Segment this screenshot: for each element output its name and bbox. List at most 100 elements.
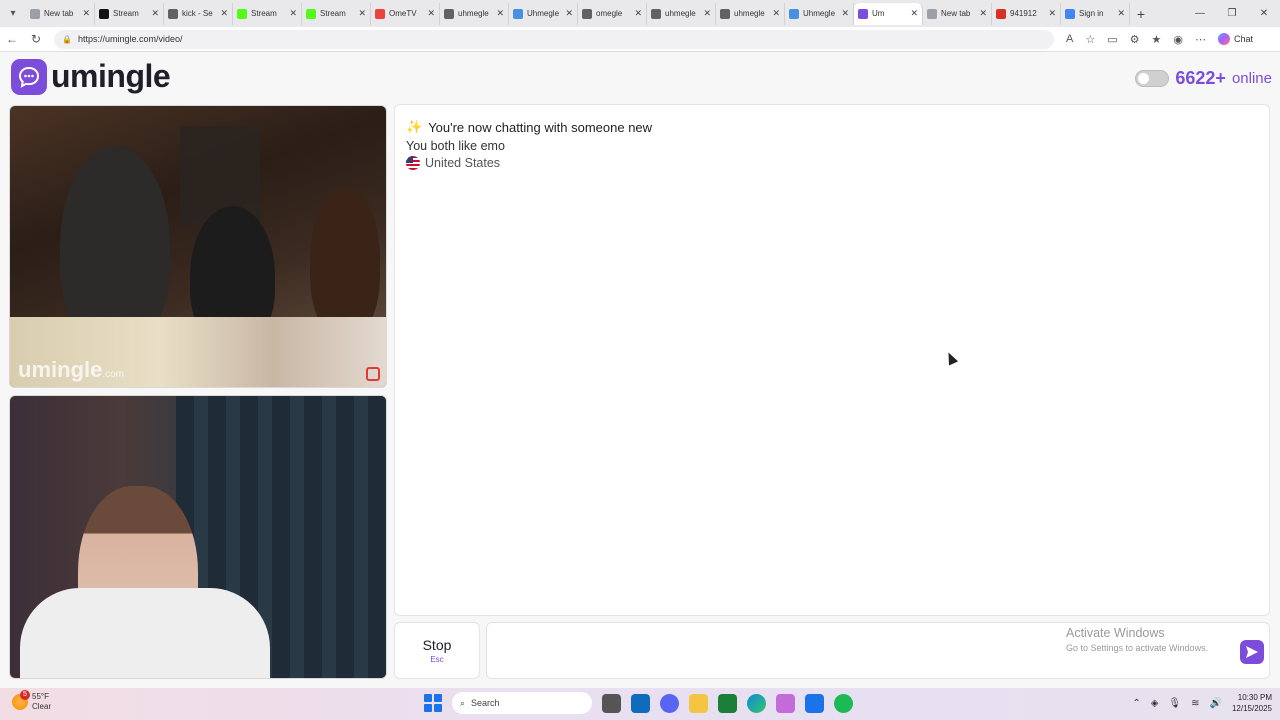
tab-close-icon[interactable]: ✕ xyxy=(979,8,987,19)
tab-favicon-icon xyxy=(927,8,937,19)
url-field[interactable]: 🔒 https://umingle.com/video/ xyxy=(54,29,1054,49)
pinned-app-icon[interactable] xyxy=(776,693,795,713)
tab-close-icon[interactable]: ✕ xyxy=(496,8,504,19)
task-view-icon[interactable] xyxy=(602,693,621,713)
outlook-icon[interactable] xyxy=(631,693,650,713)
browser-tab[interactable]: Sign in ✕ xyxy=(1061,2,1130,25)
browser-tab[interactable]: Uhmegle ✕ xyxy=(785,2,854,25)
browser-tab[interactable]: uhmegle ✕ xyxy=(716,2,785,25)
restore-icon[interactable]: ❐ xyxy=(1216,0,1248,27)
tab-title: Um xyxy=(872,9,885,18)
copilot-chat-button[interactable]: Chat xyxy=(1217,33,1253,45)
browser-tab[interactable]: Stream ✕ xyxy=(233,2,302,25)
site-logo[interactable]: umingle xyxy=(11,58,171,95)
browser-tab[interactable]: OmeTV ✕ xyxy=(371,2,440,25)
brand-name: umingle xyxy=(51,58,171,94)
file-explorer-icon[interactable] xyxy=(689,693,708,713)
window-controls: — ❐ ✕ xyxy=(1184,0,1280,27)
screen-cast-icon[interactable]: ▭ xyxy=(1107,33,1117,46)
weather-widget[interactable]: 5 55°F Clear xyxy=(12,690,51,712)
tab-favicon-icon xyxy=(306,8,316,19)
us-flag-icon xyxy=(406,156,420,170)
profile-avatar-icon[interactable]: ◉ xyxy=(1173,33,1183,46)
tab-close-icon[interactable]: ✕ xyxy=(565,8,573,19)
browser-tab[interactable]: Uhmegle ✕ xyxy=(509,2,578,25)
tab-close-icon[interactable]: ✕ xyxy=(82,8,90,19)
browser-tab[interactable]: uhmegle ✕ xyxy=(440,2,509,25)
tab-close-icon[interactable]: ✕ xyxy=(772,8,780,19)
theme-toggle[interactable] xyxy=(1135,70,1170,87)
browser-tab[interactable]: Stream ✕ xyxy=(95,2,164,25)
activate-title: Activate Windows xyxy=(1066,626,1165,640)
copilot-icon xyxy=(1217,33,1230,45)
copilot-label: Chat xyxy=(1233,34,1253,44)
tab-title: uhmegle xyxy=(458,9,489,18)
browser-tab[interactable]: New tab ✕ xyxy=(26,2,95,25)
microphone-icon[interactable]: 🎙 xyxy=(1168,698,1181,709)
browser-tab-bar: ▾ New tab ✕ Stream ✕ kick - Se ✕ Stream ✕ Stream… xyxy=(0,0,1280,27)
clock-date: 12/15/2025 xyxy=(1231,704,1272,713)
tab-strip: New tab ✕ Stream ✕ kick - Se ✕ Stream ✕ Stream ✕ O… xyxy=(26,2,1130,25)
stranger-country: United States xyxy=(406,156,1258,170)
extensions-icon[interactable]: ⚙ xyxy=(1130,33,1140,46)
browser-tab[interactable]: kick - Se ✕ xyxy=(164,2,233,25)
tab-close-icon[interactable]: ✕ xyxy=(1048,8,1056,19)
tab-close-icon[interactable]: ✕ xyxy=(289,8,297,19)
discord-icon[interactable] xyxy=(660,693,679,713)
new-tab-button[interactable]: + xyxy=(1130,6,1152,22)
browser-tab[interactable]: Stream ✕ xyxy=(302,2,371,25)
tab-title: Stream xyxy=(113,9,139,18)
android-app-icon[interactable] xyxy=(718,693,737,713)
stop-button[interactable]: Stop Esc xyxy=(394,622,480,679)
volume-icon[interactable]: 🔊 xyxy=(1210,698,1222,709)
minimize-icon[interactable]: — xyxy=(1184,0,1216,27)
edge-browser-icon[interactable] xyxy=(747,693,766,713)
online-label: online xyxy=(1231,70,1272,87)
weather-badge: 5 xyxy=(20,690,30,700)
tab-close-icon[interactable]: ✕ xyxy=(220,8,228,19)
store-app-icon[interactable] xyxy=(805,693,824,713)
tab-close-icon[interactable]: ✕ xyxy=(1117,8,1125,19)
refresh-icon[interactable]: ↻ xyxy=(24,32,48,46)
close-window-icon[interactable]: ✕ xyxy=(1248,0,1280,27)
report-flag-icon[interactable] xyxy=(366,367,380,381)
send-button[interactable] xyxy=(1240,640,1264,664)
tab-favicon-icon xyxy=(582,8,592,19)
tab-close-icon[interactable]: ✕ xyxy=(841,8,849,19)
tab-favicon-icon xyxy=(99,8,109,19)
taskbar-search[interactable]: ⌕ Search xyxy=(452,692,592,714)
system-message: ✨ You're now chatting with someone new xyxy=(406,119,1258,135)
browser-tab[interactable]: 941912 ✕ xyxy=(992,2,1061,25)
tab-favicon-icon xyxy=(1065,8,1075,19)
tab-favicon-icon xyxy=(237,8,247,19)
spotify-icon[interactable] xyxy=(834,693,853,713)
tab-close-icon[interactable]: ✕ xyxy=(151,8,159,19)
site-header: umingle 6622+ online xyxy=(0,52,1280,102)
tab-title: New tab xyxy=(44,9,74,18)
start-menu-icon[interactable] xyxy=(424,694,442,712)
tray-app-icon[interactable]: ◈ xyxy=(1151,698,1159,709)
tab-close-icon[interactable]: ✕ xyxy=(358,8,366,19)
send-arrow-icon xyxy=(1246,646,1258,658)
tab-close-icon[interactable]: ✕ xyxy=(703,8,711,19)
read-aloud-icon[interactable]: A xyxy=(1066,33,1073,45)
tab-close-icon[interactable]: ✕ xyxy=(910,8,918,19)
person-left xyxy=(60,146,170,346)
browser-tab[interactable]: New tab ✕ xyxy=(923,2,992,25)
wifi-icon[interactable]: ≋ xyxy=(1191,698,1199,709)
tab-actions-chevron-icon[interactable]: ▾ xyxy=(4,5,22,23)
search-icon: ⌕ xyxy=(460,697,466,708)
tab-close-icon[interactable]: ✕ xyxy=(634,8,642,19)
chat-bubble-logo-icon xyxy=(11,58,47,95)
weather-icon: 5 xyxy=(12,690,30,710)
tray-chevron-icon[interactable]: ⌃ xyxy=(1132,698,1140,709)
favorite-star-icon[interactable]: ☆ xyxy=(1085,33,1095,46)
tab-close-icon[interactable]: ✕ xyxy=(427,8,435,19)
favorites-list-icon[interactable]: ★ xyxy=(1152,33,1162,46)
back-icon[interactable]: ← xyxy=(0,32,24,46)
browser-tab[interactable]: uhmegle ✕ xyxy=(647,2,716,25)
browser-tab[interactable]: Um ✕ xyxy=(854,2,923,25)
system-clock[interactable]: 10:30 PM 12/15/2025 xyxy=(1232,692,1272,714)
more-menu-icon[interactable]: ⋯ xyxy=(1195,33,1206,46)
browser-tab[interactable]: omegle ✕ xyxy=(578,2,647,25)
